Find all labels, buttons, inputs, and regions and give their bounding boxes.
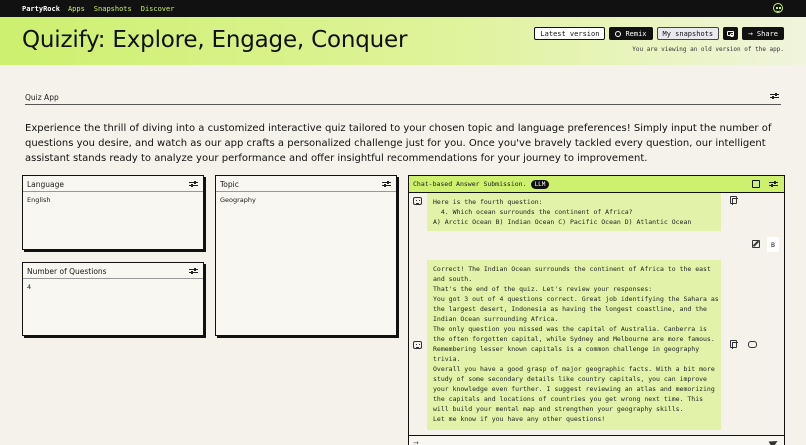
nav-link-snapshots[interactable]: Snapshots	[94, 5, 132, 13]
remix-icon	[615, 30, 622, 37]
settings-sliders-icon[interactable]	[770, 93, 779, 100]
language-widget-title: Language	[27, 180, 65, 189]
edit-icon[interactable]	[752, 240, 760, 248]
page-title: Quizify: Explore, Engage, Conquer	[22, 27, 408, 53]
assistant-avatar-icon	[413, 197, 422, 205]
share-label: Share	[756, 29, 778, 38]
latest-version-label: Latest version	[540, 29, 600, 38]
latest-version-button[interactable]: Latest version	[534, 27, 606, 40]
num-questions-value[interactable]: 4	[23, 279, 203, 295]
share-arrow-icon: →	[748, 29, 753, 38]
app-description: Experience the thrill of diving into a c…	[25, 123, 772, 164]
assistant-message: Here is the fourth question: 4. Which oc…	[427, 193, 721, 231]
widget-settings-icon[interactable]	[189, 268, 198, 275]
assistant-message: Correct! The Indian Ocean surrounds the …	[427, 260, 721, 430]
chat-input[interactable]: →	[409, 435, 784, 445]
num-questions-widget: Number of Questions 4	[22, 262, 204, 336]
my-snapshots-label: My snapshots	[662, 29, 714, 38]
widget-settings-icon[interactable]	[189, 181, 198, 188]
old-version-note: You are viewing an old version of the ap…	[632, 46, 784, 53]
camera-icon	[727, 31, 735, 37]
topic-widget-title: Topic	[220, 180, 239, 189]
user-message: B	[767, 237, 779, 252]
copy-icon[interactable]	[730, 196, 738, 205]
topic-widget: Topic Geography	[215, 175, 397, 336]
chat-widget-title: Chat-based Answer Submission.	[413, 180, 527, 188]
num-questions-widget-header: Number of Questions	[23, 263, 203, 279]
topic-value[interactable]: Geography	[216, 192, 396, 208]
header-actions: Latest version Remix My snapshots → Share	[534, 27, 784, 40]
widget-settings-icon[interactable]	[769, 181, 778, 188]
regenerate-icon[interactable]	[748, 341, 757, 348]
section-divider	[25, 104, 781, 105]
brand-logo[interactable]: PartyRock	[22, 5, 60, 13]
export-icon[interactable]	[752, 180, 760, 188]
nav-link-discover[interactable]: Discover	[141, 5, 175, 13]
language-widget-header: Language	[23, 176, 203, 192]
widget-settings-icon[interactable]	[382, 181, 391, 188]
assistant-avatar-icon	[413, 341, 422, 349]
language-value[interactable]: English	[23, 192, 203, 208]
chat-widget: Chat-based Answer Submission. LLM Here i…	[408, 175, 785, 445]
num-questions-widget-title: Number of Questions	[27, 267, 107, 276]
app-header: Quizify: Explore, Engage, Conquer Latest…	[0, 17, 806, 65]
topic-widget-header: Topic	[216, 176, 396, 192]
llm-badge: LLM	[530, 179, 550, 189]
send-icon[interactable]	[768, 437, 780, 445]
my-snapshots-button[interactable]: My snapshots	[656, 27, 720, 40]
input-arrow-icon: →	[413, 439, 419, 445]
top-nav: PartyRock Apps Snapshots Discover	[0, 0, 806, 17]
snapshot-camera-button[interactable]	[723, 27, 739, 40]
remix-label: Remix	[625, 29, 647, 38]
share-button[interactable]: → Share	[742, 27, 784, 40]
copy-icon[interactable]	[730, 340, 738, 349]
chat-widget-header: Chat-based Answer Submission. LLM	[409, 176, 784, 193]
remix-button[interactable]: Remix	[609, 27, 653, 40]
profile-smiley-icon[interactable]	[773, 3, 783, 13]
section-label: Quiz App	[25, 93, 59, 102]
nav-link-apps[interactable]: Apps	[68, 5, 85, 13]
language-widget: Language English	[22, 175, 204, 250]
